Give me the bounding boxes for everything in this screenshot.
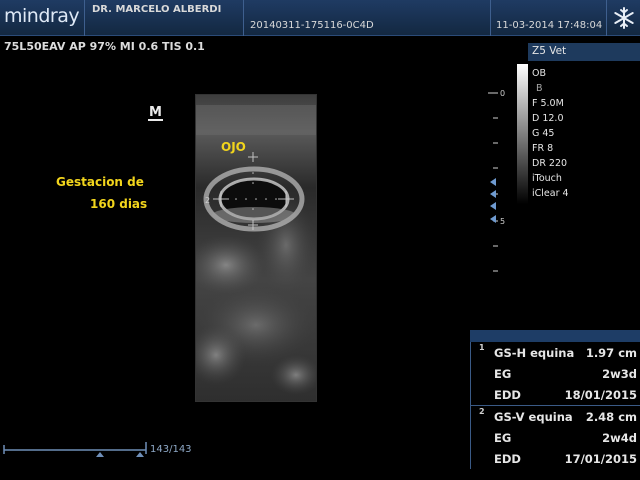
header-bar: mindray DR. MARCELO ALBERDI 20140311-175… xyxy=(0,0,640,36)
param-item: DR 220 xyxy=(532,158,568,169)
measurement-value: 2w4d xyxy=(602,431,637,445)
measurement-row: EG 2w3d xyxy=(471,363,640,384)
param-item: iTouch xyxy=(532,173,562,184)
measurement-value: 17/01/2015 xyxy=(564,452,637,466)
measurement-row: EDD 17/01/2015 xyxy=(471,448,640,469)
measurement-label: EDD xyxy=(494,452,521,466)
depth-scale: 0 5 xyxy=(488,89,505,272)
annotation-gestation-line1: Gestacion de xyxy=(56,175,144,189)
snowflake-icon[interactable] xyxy=(612,6,636,30)
ultrasound-image[interactable]: 2 xyxy=(195,94,317,402)
measurement-label: GS-V equina xyxy=(494,410,573,424)
measurement-value: 2.48 cm xyxy=(585,410,637,424)
exam-id: 20140311-175116-0C4D xyxy=(250,20,374,31)
param-item: F 5.0M xyxy=(532,98,564,109)
measurement-panel: 1 GS-H equina 1.97 cm EG 2w3d EDD 18/01/2015 2 G… xyxy=(470,330,640,480)
measurement-label: EG xyxy=(494,431,512,445)
preset-label: Z5 Vet xyxy=(528,43,640,61)
measurement-panel-header xyxy=(470,330,640,342)
cine-end-marker-icon[interactable] xyxy=(136,452,144,457)
measurement-index: 2 xyxy=(479,407,485,416)
annotation-gestation-line2: 160 dias xyxy=(90,197,148,211)
focus-marker-icon xyxy=(490,190,496,198)
focus-marker-icon xyxy=(490,215,496,223)
measurement-value: 1.97 cm xyxy=(585,346,637,360)
measurement-row: 1 GS-H equina 1.97 cm xyxy=(471,342,640,363)
depth-label-0: 0 xyxy=(500,89,505,98)
m-marker-icon: M xyxy=(148,105,163,121)
mindray-logo: mindray xyxy=(4,5,80,27)
param-item: G 45 xyxy=(532,128,555,139)
imaging-parameters: OB B F 5.0M D 12.0 G 45 FR 8 DR 220 iTou… xyxy=(532,66,569,201)
measurement-row: EDD 18/01/2015 xyxy=(471,384,640,405)
measurement-list: 1 GS-H equina 1.97 cm EG 2w3d EDD 18/01/2015 2 G… xyxy=(470,342,640,469)
param-item: OB xyxy=(532,68,546,79)
measurement-value: 18/01/2015 xyxy=(564,388,637,402)
caliper-label: 2 xyxy=(205,196,210,205)
exam-datetime: 11-03-2014 17:48:04 xyxy=(496,20,603,31)
cine-start-marker-icon[interactable] xyxy=(96,452,104,457)
header-divider xyxy=(490,0,491,36)
header-divider xyxy=(243,0,244,36)
header-divider xyxy=(84,0,85,36)
doctor-name: DR. MARCELO ALBERDI xyxy=(92,4,222,15)
cine-frame-counter: 143/143 xyxy=(150,444,192,455)
measurement-row: 2 GS-V equina 2.48 cm xyxy=(471,406,640,427)
measurement-label: EDD xyxy=(494,388,521,402)
measurement-value: 2w3d xyxy=(602,367,637,381)
depth-label-5: 5 xyxy=(500,217,505,226)
header-divider xyxy=(606,0,607,36)
focus-marker-icon xyxy=(490,202,496,210)
param-item: D 12.0 xyxy=(532,113,564,124)
param-item: B xyxy=(536,83,543,94)
measurement-index: 1 xyxy=(479,343,485,352)
param-item: iClear 4 xyxy=(532,188,569,199)
annotation-ojo: OJO xyxy=(221,140,246,154)
param-item: FR 8 xyxy=(532,143,554,154)
measurement-label: EG xyxy=(494,367,512,381)
measurement-row: EG 2w4d xyxy=(471,427,640,448)
scan-parameters: 75L50EAV AP 97% MI 0.6 TIS 0.1 xyxy=(4,40,205,53)
focus-marker-icon xyxy=(490,178,496,186)
measurement-label: GS-H equina xyxy=(494,346,575,360)
grayscale-bar xyxy=(517,64,528,204)
